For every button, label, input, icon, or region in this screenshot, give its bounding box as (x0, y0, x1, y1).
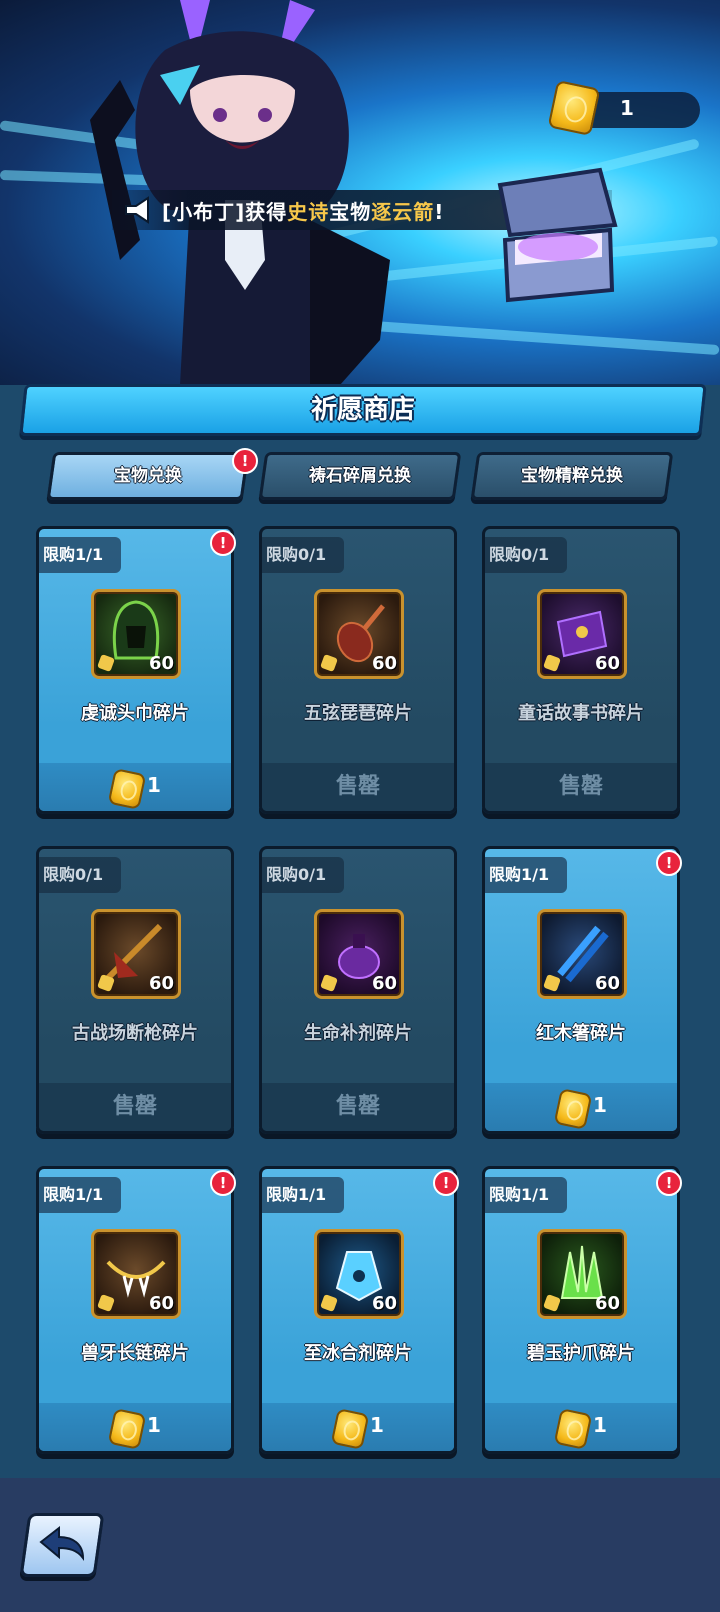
alert-badge: ! (210, 530, 236, 556)
price-area[interactable]: 1 (485, 1083, 677, 1131)
sold-out-label: 售罄 (335, 1094, 380, 1119)
item-name: 红木箸碎片 (536, 1023, 626, 1044)
currency-display: 1 (547, 79, 700, 137)
tab-stone-shard-exchange[interactable]: 祷石碎屑兑换 (258, 452, 462, 500)
currency-amount: 1 (620, 96, 634, 120)
announcement-suffix: ! (434, 199, 445, 224)
item-name: 生命补剂碎片 (304, 1023, 412, 1044)
item-quantity: 60 (594, 1293, 620, 1314)
item-name: 至冰合剂碎片 (304, 1343, 412, 1364)
alert-badge: ! (656, 1170, 682, 1196)
purchase-limit: 限购1/1 (39, 1177, 121, 1213)
item-price: 1 (593, 1413, 607, 1437)
item-icon: 60 (314, 909, 404, 999)
purchase-limit: 限购1/1 (39, 537, 121, 573)
back-arrow-icon (39, 1525, 85, 1562)
item-name: 虔诚头巾碎片 (81, 703, 189, 724)
item-quantity: 60 (371, 1293, 397, 1314)
alert-badge: ! (433, 1170, 459, 1196)
purchase-limit: 限购1/1 (485, 857, 567, 893)
bottom-nav-bar (0, 1478, 720, 1612)
announcement-middle: 宝物 (329, 199, 372, 224)
item-quantity: 60 (594, 653, 620, 674)
item-icon: 60 (537, 589, 627, 679)
purchase-limit: 限购1/1 (262, 1177, 344, 1213)
item-name: 古战场断枪碎片 (72, 1023, 198, 1044)
sold-out-label: 售罄 (335, 774, 380, 799)
megaphone-icon (125, 196, 149, 224)
shop-item-card[interactable]: 限购1/1 60 红木箸碎片 1 (482, 846, 680, 1134)
shop-item-card[interactable]: 限购1/1 60 碧玉护爪碎片 1 (482, 1166, 680, 1454)
alert-badge: ! (210, 1170, 236, 1196)
tab-label: 祷石碎屑兑换 (309, 466, 411, 486)
shop-item-card[interactable]: 限购1/1 60 至冰合剂碎片 1 (259, 1166, 457, 1454)
sold-out-area: 售罄 (39, 1083, 231, 1131)
item-quantity: 60 (371, 973, 397, 994)
item-icon: 60 (91, 1229, 181, 1319)
shop-title-bar: 祈愿商店 (19, 384, 707, 436)
item-icon: 60 (537, 1229, 627, 1319)
announcement-prefix: [小布丁]获得 (162, 199, 288, 224)
announcement-item: 逐云箭 (371, 199, 435, 224)
sold-out-area: 售罄 (262, 1083, 454, 1131)
tab-treasure-essence-exchange[interactable]: 宝物精粹兑换 (470, 452, 674, 500)
price-area[interactable]: 1 (485, 1403, 677, 1451)
sold-out-label: 售罄 (112, 1094, 157, 1119)
purchase-limit: 限购0/1 (485, 537, 567, 573)
item-icon: 60 (314, 1229, 404, 1319)
back-button[interactable] (19, 1513, 105, 1577)
item-price: 1 (593, 1093, 607, 1117)
shop-item-card: 限购0/1 60 童话故事书碎片 售罄 (482, 526, 680, 814)
hero-banner: 1 [小布丁]获得史诗宝物逐云箭! (0, 0, 720, 385)
shop-item-card: 限购0/1 60 五弦琵琶碎片 售罄 (259, 526, 457, 814)
item-icon: 60 (537, 909, 627, 999)
alert-badge: ! (232, 448, 258, 474)
item-price: 1 (147, 773, 161, 797)
item-quantity: 60 (148, 1293, 174, 1314)
shop-title: 祈愿商店 (310, 395, 415, 425)
wish-coin-icon (553, 1088, 593, 1130)
treasure-chest-icon (497, 167, 618, 303)
sold-out-area: 售罄 (262, 763, 454, 811)
announcement-rarity: 史诗 (287, 199, 330, 224)
tab-treasure-exchange[interactable]: 宝物兑换 (46, 452, 250, 500)
purchase-limit: 限购0/1 (39, 857, 121, 893)
sold-out-area: 售罄 (485, 763, 677, 811)
alert-badge: ! (656, 850, 682, 876)
shop-item-card[interactable]: 限购1/1 60 虔诚头巾碎片 1 (36, 526, 234, 814)
purchase-limit: 限购0/1 (262, 857, 344, 893)
tab-label: 宝物精粹兑换 (521, 466, 623, 486)
tab-label: 宝物兑换 (114, 466, 182, 486)
price-area[interactable]: 1 (39, 763, 231, 811)
item-price: 1 (147, 1413, 161, 1437)
item-quantity: 60 (371, 653, 397, 674)
item-name: 兽牙长链碎片 (81, 1343, 189, 1364)
item-quantity: 60 (148, 653, 174, 674)
item-icon: 60 (314, 589, 404, 679)
item-name: 碧玉护爪碎片 (527, 1343, 635, 1364)
item-quantity: 60 (148, 973, 174, 994)
item-price: 1 (370, 1413, 384, 1437)
price-area[interactable]: 1 (262, 1403, 454, 1451)
purchase-limit: 限购0/1 (262, 537, 344, 573)
item-name: 五弦琵琶碎片 (304, 703, 412, 724)
wish-coin-icon (553, 1408, 593, 1450)
item-icon: 60 (91, 589, 181, 679)
wish-coin-icon (107, 768, 147, 810)
shop-item-card[interactable]: 限购1/1 60 兽牙长链碎片 1 (36, 1166, 234, 1454)
price-area[interactable]: 1 (39, 1403, 231, 1451)
purchase-limit: 限购1/1 (485, 1177, 567, 1213)
item-icon: 60 (91, 909, 181, 999)
wish-coin-icon (330, 1408, 370, 1450)
sold-out-label: 售罄 (558, 774, 603, 799)
wish-coin-icon (107, 1408, 147, 1450)
announcement-text: [小布丁]获得史诗宝物逐云箭! (162, 196, 444, 225)
item-quantity: 60 (594, 973, 620, 994)
wish-coin-icon (547, 79, 601, 137)
item-name: 童话故事书碎片 (518, 703, 644, 724)
shop-item-card: 限购0/1 60 古战场断枪碎片 售罄 (36, 846, 234, 1134)
shop-item-card: 限购0/1 60 生命补剂碎片 售罄 (259, 846, 457, 1134)
